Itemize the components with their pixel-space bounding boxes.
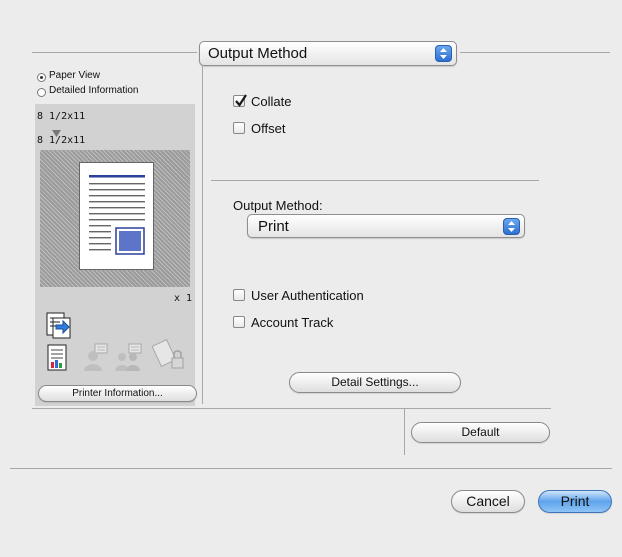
offset-label: Offset (251, 121, 286, 136)
detailed-information-radio[interactable] (37, 88, 46, 97)
copies-count: x 1 (173, 293, 192, 304)
top-separator-right (460, 52, 610, 53)
panel-bottom-separator (32, 408, 551, 409)
output-method-popup[interactable]: Print (247, 214, 525, 238)
default-divider (404, 409, 405, 455)
cancel-label: Cancel (466, 493, 510, 509)
stacked-output-icon (45, 309, 75, 344)
default-button[interactable]: Default (411, 422, 550, 443)
default-label: Default (461, 425, 500, 439)
account-track-checkbox[interactable] (233, 316, 245, 328)
panel-select-label: Output Method (208, 45, 308, 62)
print-button[interactable]: Print (538, 490, 612, 513)
top-separator-left (32, 52, 197, 53)
output-method-label: Output Method: (233, 198, 323, 213)
up-down-arrows-icon (435, 45, 452, 62)
user-authentication-icon (83, 342, 109, 377)
source-paper-size: 8 1/2x11 (37, 111, 86, 122)
detail-settings-label: Detail Settings... (331, 375, 419, 389)
output-method-arrows-icon (503, 218, 520, 235)
user-authentication-label: User Authentication (251, 288, 364, 303)
options-separator (211, 180, 539, 181)
cancel-button[interactable]: Cancel (451, 490, 525, 513)
collate-label: Collate (251, 94, 292, 109)
detail-settings-button[interactable]: Detail Settings... (289, 372, 461, 393)
offset-checkbox[interactable] (233, 122, 245, 134)
output-paper-size: 8 1/2x11 (37, 135, 86, 146)
page-preview (79, 162, 154, 270)
print-label: Print (560, 493, 590, 509)
dialog-footer-separator (10, 468, 612, 469)
output-method-value: Print (258, 218, 289, 235)
panel-select-popup[interactable]: Output Method (199, 41, 457, 66)
document-color-icon (47, 344, 67, 376)
printer-information-button[interactable]: Printer Information... (38, 385, 197, 402)
printer-information-label: Printer Information... (72, 388, 163, 399)
paper-view-radio[interactable] (37, 73, 46, 82)
left-panel-divider (202, 66, 203, 404)
user-authentication-checkbox[interactable] (233, 289, 245, 301)
collate-checkbox[interactable] (233, 94, 247, 107)
detailed-information-label: Detailed Information (49, 85, 139, 96)
account-track-label: Account Track (251, 315, 334, 330)
secure-print-lock-icon (151, 336, 186, 377)
account-track-icon (113, 342, 147, 377)
page-content-graphic (89, 175, 145, 255)
paper-view-label: Paper View (49, 70, 100, 81)
preview-panel: 8 1/2x11 8 1/2x11 x 1 (35, 104, 195, 406)
